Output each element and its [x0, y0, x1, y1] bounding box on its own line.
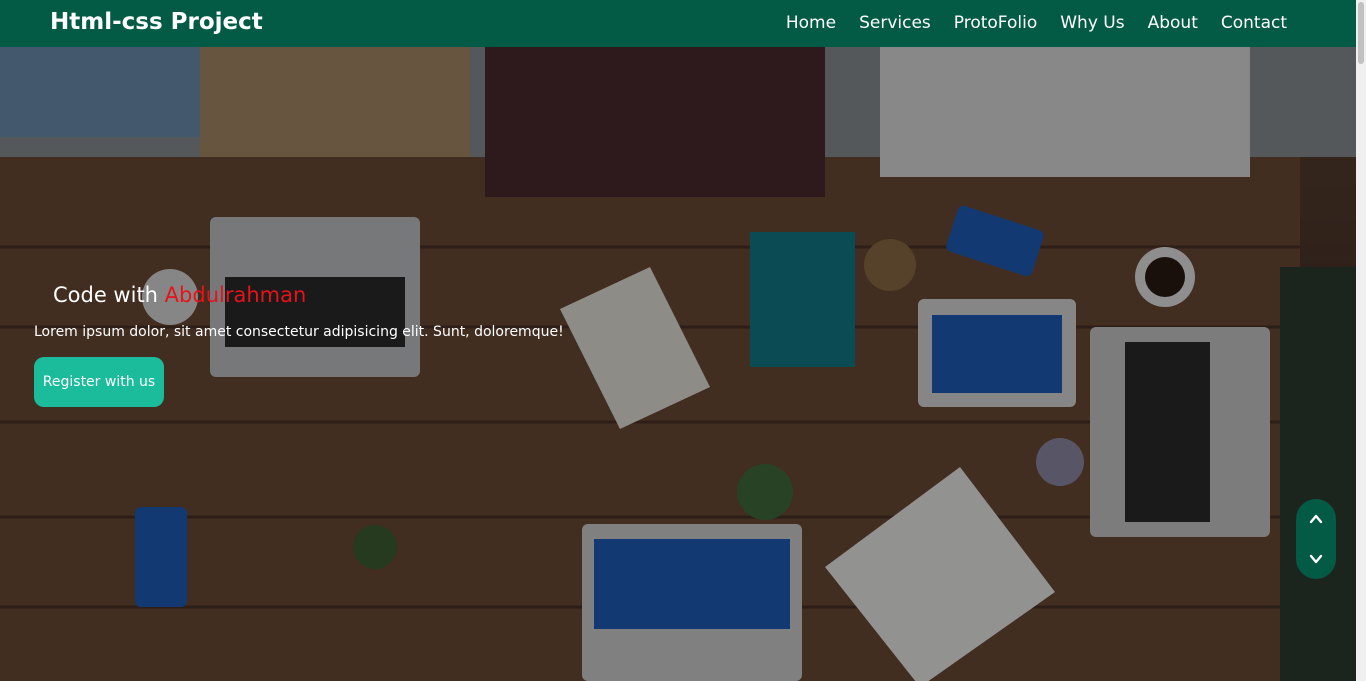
scroll-up-button[interactable] [1296, 499, 1336, 539]
chevron-down-icon [1309, 554, 1323, 564]
hero-title-accent: Abdulrahman [164, 283, 307, 307]
hero-title: Code with Abdulrahman [53, 283, 306, 307]
nav-link-services[interactable]: Services [859, 13, 931, 33]
navbar: Html-css Project Home Services ProtoFoli… [0, 0, 1356, 47]
scrollbar-thumb[interactable] [1358, 2, 1364, 64]
page-scrollbar[interactable] [1356, 0, 1366, 681]
hero-dark-overlay [0, 47, 1356, 681]
nav-link-about[interactable]: About [1148, 13, 1198, 33]
nav-link-home[interactable]: Home [786, 13, 836, 33]
nav-link-portfolio[interactable]: ProtoFolio [954, 13, 1037, 33]
nav-link-contact[interactable]: Contact [1221, 13, 1287, 33]
brand-logo[interactable]: Html-css Project [50, 9, 263, 35]
chevron-up-icon [1309, 514, 1323, 524]
nav-link-why-us[interactable]: Why Us [1060, 13, 1124, 33]
hero-description: Lorem ipsum dolor, sit amet consectetur … [34, 324, 564, 340]
hero-title-prefix: Code with [53, 283, 165, 307]
scroll-down-button[interactable] [1296, 539, 1336, 579]
hero-section: Code with Abdulrahman Lorem ipsum dolor,… [0, 47, 1356, 681]
scroll-widget [1296, 499, 1336, 579]
register-button[interactable]: Register with us [34, 357, 164, 407]
nav-links: Home Services ProtoFolio Why Us About Co… [786, 13, 1287, 33]
